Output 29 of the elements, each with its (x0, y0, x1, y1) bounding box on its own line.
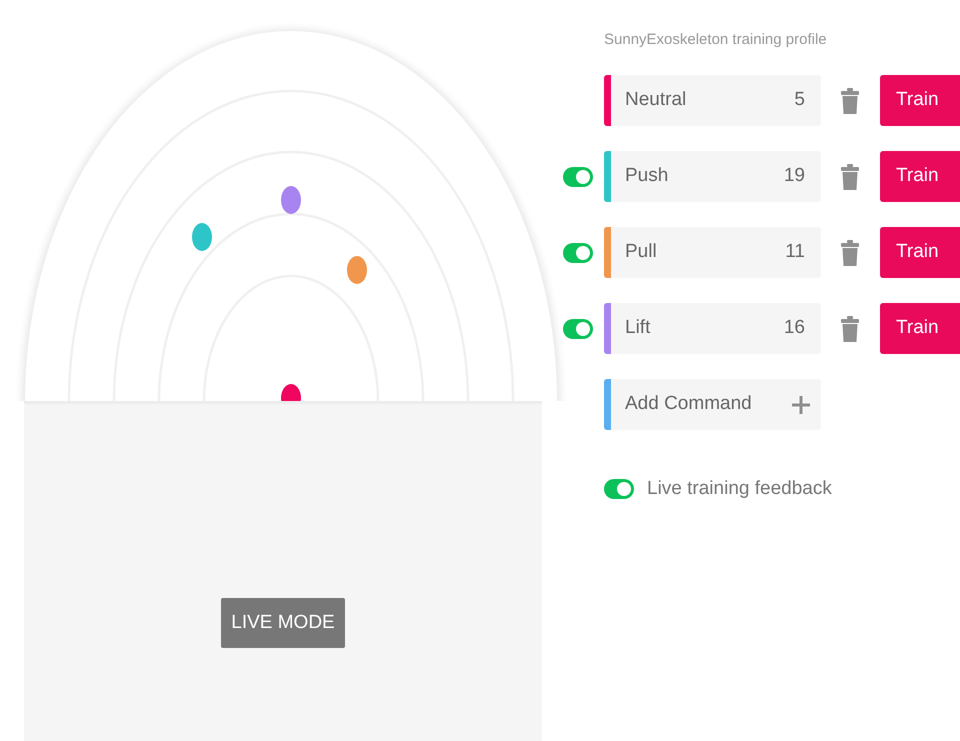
live-mode-button[interactable]: LIVE MODE (221, 598, 345, 648)
toggle-switch[interactable] (604, 479, 634, 500)
sample-count: 16 (784, 316, 805, 340)
command-card[interactable]: Push 19 (604, 151, 821, 202)
command-card[interactable]: Pull 11 (604, 227, 821, 278)
profile-title: SunnyExoskeleton training profile (604, 30, 828, 49)
toggle-switch[interactable] (563, 318, 593, 338)
command-name: Push (625, 164, 670, 188)
toggle-switch[interactable] (563, 166, 593, 186)
sample-count: 19 (784, 164, 805, 188)
train-button[interactable]: Train (880, 303, 960, 354)
command-card[interactable]: Lift 16 (604, 303, 821, 354)
feedback-label: Live training feedback (647, 477, 832, 501)
command-name: Pull (625, 240, 658, 264)
plus-icon (792, 396, 810, 414)
trash-icon[interactable] (841, 240, 859, 266)
add-command-button[interactable]: Add Command (604, 379, 821, 430)
train-button[interactable]: Train (880, 75, 960, 126)
train-button[interactable]: Train (880, 151, 960, 202)
sample-count: 11 (785, 240, 805, 264)
sample-count: 5 (794, 88, 805, 112)
toggle-switch[interactable] (563, 242, 593, 262)
trash-icon[interactable] (841, 316, 859, 342)
train-button[interactable]: Train (880, 227, 960, 278)
trash-icon[interactable] (841, 88, 859, 114)
trash-icon[interactable] (841, 164, 859, 190)
command-name: Neutral (625, 88, 688, 112)
command-name: Lift (625, 316, 652, 340)
command-card[interactable]: Neutral 5 (604, 75, 821, 126)
